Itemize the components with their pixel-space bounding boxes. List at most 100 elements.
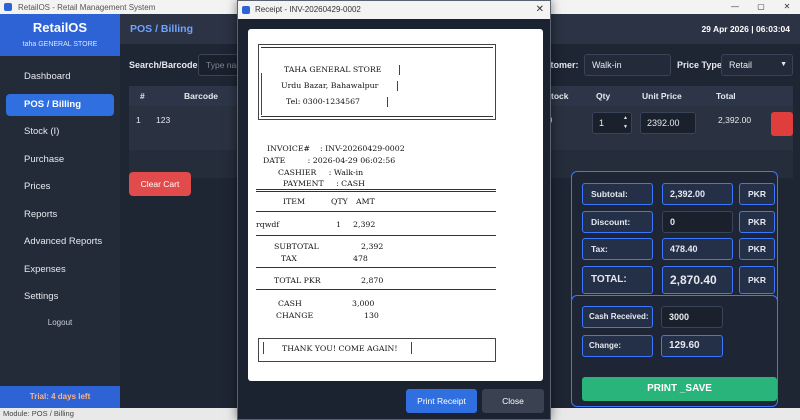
col-header-barcode: Barcode — [184, 91, 219, 101]
sidebar-item-advanced-reports[interactable]: Advanced Reports — [6, 231, 114, 253]
sidebar-item-expenses[interactable]: Expenses — [6, 259, 114, 281]
receipt-change-label: CHANGE — [276, 311, 314, 320]
price-type-label: Price Type: — [677, 60, 725, 70]
clear-cart-button[interactable]: Clear Cart — [129, 172, 191, 196]
sidebar-item-pos-billing[interactable]: POS / Billing — [6, 93, 114, 116]
receipt-divider — [256, 289, 496, 290]
receipt-total-label: TOTAL PKR — [274, 276, 321, 285]
subtotal-label: Subtotal: — [582, 183, 653, 205]
page-title: POS / Billing — [130, 23, 194, 35]
quantity-stepper[interactable]: 1 ▲ ▼ — [592, 112, 632, 134]
receipt-cursor-mark — [263, 342, 264, 354]
close-icon[interactable]: ✕ — [536, 1, 544, 19]
tax-currency: PKR — [739, 238, 775, 260]
minimize-icon[interactable]: — — [722, 0, 748, 14]
col-header-stock: tock — [551, 91, 569, 101]
chevron-down-icon: ▼ — [780, 61, 787, 68]
receipt-address: Urdu Bazar, Bahawalpur — [281, 81, 379, 90]
receipt-divider — [256, 211, 496, 212]
receipt-preview: TAHA GENERAL STORE Urdu Bazar, Bahawalpu… — [248, 29, 543, 381]
sidebar-item-dashboard[interactable]: Dashboard — [6, 66, 114, 88]
tax-label: Tax: — [582, 238, 653, 260]
sidebar-nav: Dashboard POS / Billing Stock (I) Purcha… — [0, 66, 120, 308]
receipt-cash-label: CASH — [278, 299, 302, 308]
receipt-dialog: Receipt - INV-20260429-0002 ✕ TAHA GENER… — [237, 0, 551, 420]
change-value: 129.60 — [661, 335, 723, 357]
receipt-invoice: INVOICE# : INV-20260429-0002 — [267, 144, 405, 153]
print-receipt-button[interactable]: Print Receipt — [406, 389, 477, 413]
totals-panel: Subtotal: 2,392.00 PKR Discount: 0 PKR T… — [571, 171, 778, 309]
subtotal-currency: PKR — [739, 183, 775, 205]
qty-value: 1 — [599, 118, 605, 128]
receipt-cashier: CASHIER : Walk-in — [278, 168, 364, 177]
store-name: taha GENERAL STORE — [22, 41, 98, 48]
dialog-title: Receipt - INV-20260429-0002 — [255, 5, 361, 14]
sidebar-item-settings[interactable]: Settings — [6, 286, 114, 308]
receipt-phone: Tel: 0300-1234567 — [286, 97, 361, 106]
close-button[interactable]: Close — [482, 389, 544, 413]
change-label: Change: — [582, 335, 653, 357]
row-barcode: 123 — [156, 115, 171, 125]
receipt-col-item: ITEM — [283, 197, 305, 206]
customer-input[interactable]: Walk-in — [584, 54, 671, 76]
app-name: RetailOS — [32, 20, 88, 35]
tax-value: 478.40 — [662, 238, 733, 260]
receipt-thanks: THANK YOU! COME AGAIN! — [282, 344, 398, 353]
receipt-date: DATE : 2026-04-29 06:02:56 — [263, 156, 396, 165]
trial-banner: Trial: 4 days left — [0, 386, 120, 408]
total-label: TOTAL: — [582, 266, 653, 294]
receipt-col-qty: QTY — [331, 197, 348, 206]
spin-arrows-icon[interactable]: ▲ ▼ — [623, 114, 628, 132]
receipt-divider — [261, 116, 493, 117]
unit-price-input[interactable]: 2392.00 — [640, 112, 696, 134]
col-header-total: Total — [716, 91, 736, 101]
receipt-item-name: rqwdf — [256, 220, 280, 229]
sidebar-item-reports[interactable]: Reports — [6, 204, 114, 226]
sidebar-item-stock[interactable]: Stock (I) — [6, 121, 114, 143]
discount-currency: PKR — [739, 211, 775, 233]
cash-received-input[interactable]: 3000 — [661, 306, 723, 328]
row-num: 1 — [136, 115, 141, 125]
receipt-divider — [256, 267, 496, 268]
price-type-value: Retail — [729, 60, 753, 70]
receipt-col-amt: AMT — [356, 197, 375, 206]
receipt-item-amt: 2,392 — [353, 220, 376, 229]
dialog-titlebar: Receipt - INV-20260429-0002 ✕ — [238, 1, 550, 19]
subtotal-value: 2,392.00 — [662, 183, 733, 205]
sidebar-item-purchase[interactable]: Purchase — [6, 149, 114, 171]
total-currency: PKR — [739, 266, 775, 294]
dialog-app-icon — [242, 6, 250, 14]
sidebar-item-prices[interactable]: Prices — [6, 176, 114, 198]
close-icon[interactable]: ✕ — [774, 0, 800, 14]
window-controls: — ▢ ✕ — [722, 0, 800, 14]
logout-link[interactable]: Logout — [0, 318, 120, 327]
receipt-cursor-mark — [397, 81, 398, 91]
delete-row-button[interactable] — [771, 112, 793, 136]
datetime-display: 29 Apr 2026 | 06:03:04 — [701, 24, 790, 34]
receipt-cursor-mark — [387, 97, 388, 107]
receipt-cursor-mark — [399, 65, 400, 75]
receipt-divider — [256, 191, 496, 192]
receipt-subtotal-label: SUBTOTAL — [274, 242, 319, 251]
payment-panel: Cash Received: 3000 Change: 129.60 PRINT… — [571, 295, 778, 407]
brand-block: RetailOS taha GENERAL STORE — [0, 14, 120, 56]
receipt-change: 130 — [364, 311, 379, 320]
print-save-button[interactable]: PRINT _SAVE — [582, 377, 777, 401]
price-type-select[interactable]: Retail ▼ — [721, 54, 793, 76]
receipt-store-name: TAHA GENERAL STORE — [284, 65, 382, 74]
maximize-icon[interactable]: ▢ — [748, 0, 774, 14]
receipt-item-qty: 1 — [336, 220, 341, 229]
receipt-cash: 3,000 — [352, 299, 375, 308]
col-header-num: # — [140, 91, 145, 101]
col-header-unit-price: Unit Price — [642, 91, 682, 101]
discount-input[interactable]: 0 — [662, 211, 733, 233]
receipt-total: 2,870 — [361, 276, 384, 285]
receipt-divider — [261, 47, 493, 48]
app-icon — [4, 3, 12, 11]
window-title: RetailOS - Retail Management System — [18, 2, 156, 12]
row-total: 2,392.00 — [718, 115, 752, 125]
total-value: 2,870.40 — [662, 266, 733, 294]
receipt-cursor-mark — [411, 342, 412, 354]
cash-received-label: Cash Received: — [582, 306, 653, 328]
receipt-tax: 478 — [353, 254, 368, 263]
